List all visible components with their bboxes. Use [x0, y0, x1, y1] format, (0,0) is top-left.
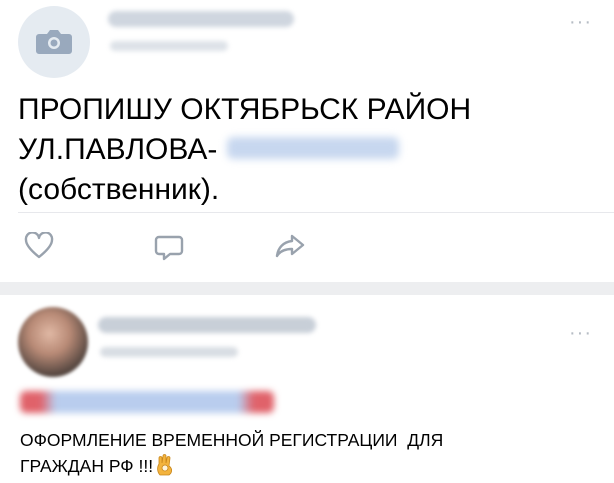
post-text: ПРОПИШУ ОКТЯБРЬСК РАЙОН УЛ.ПАВЛОВА- (соб…	[18, 90, 603, 210]
like-button[interactable]	[24, 231, 54, 262]
share-button[interactable]	[274, 232, 305, 262]
avatar[interactable]	[18, 6, 90, 78]
post-date-redacted	[110, 41, 228, 51]
author-name-redacted[interactable]	[108, 11, 294, 27]
camera-icon	[36, 30, 72, 54]
posts-separator	[0, 282, 614, 295]
more-options-button[interactable]: ···	[569, 12, 592, 32]
comment-icon	[154, 235, 184, 261]
post-text: ОФОРМЛЕНИЕ ВРЕМЕННОЙ РЕГИСТРАЦИИ ДЛЯ ГРА…	[20, 427, 605, 483]
more-options-button[interactable]: ···	[569, 323, 592, 343]
post-text-line-content: ГРАЖДАН РФ !!!	[20, 456, 154, 476]
phone-number-redacted	[20, 391, 274, 413]
post-text-end: (собственник).	[18, 173, 220, 206]
heart-icon	[24, 231, 54, 259]
phone-number-redacted	[227, 137, 400, 160]
ok-hand-emoji-icon	[156, 454, 174, 483]
post-card-1: ··· ПРОПИШУ ОКТЯБРЬСК РАЙОН УЛ.ПАВЛОВА- …	[0, 0, 614, 282]
divider	[18, 212, 614, 213]
post-date-redacted	[100, 347, 238, 357]
comment-button[interactable]	[154, 232, 184, 262]
avatar[interactable]	[18, 307, 88, 377]
share-icon	[275, 234, 305, 258]
post-text-line-2: ГРАЖДАН РФ !!!	[20, 453, 605, 483]
post-card-2: ··· ОФОРМЛЕНИЕ ВРЕМЕННОЙ РЕГИСТРАЦИИ ДЛЯ…	[0, 295, 614, 480]
author-name-redacted[interactable]	[98, 317, 316, 333]
post-text-line: ОФОРМЛЕНИЕ ВРЕМЕННОЙ РЕГИСТРАЦИИ ДЛЯ	[20, 430, 444, 450]
